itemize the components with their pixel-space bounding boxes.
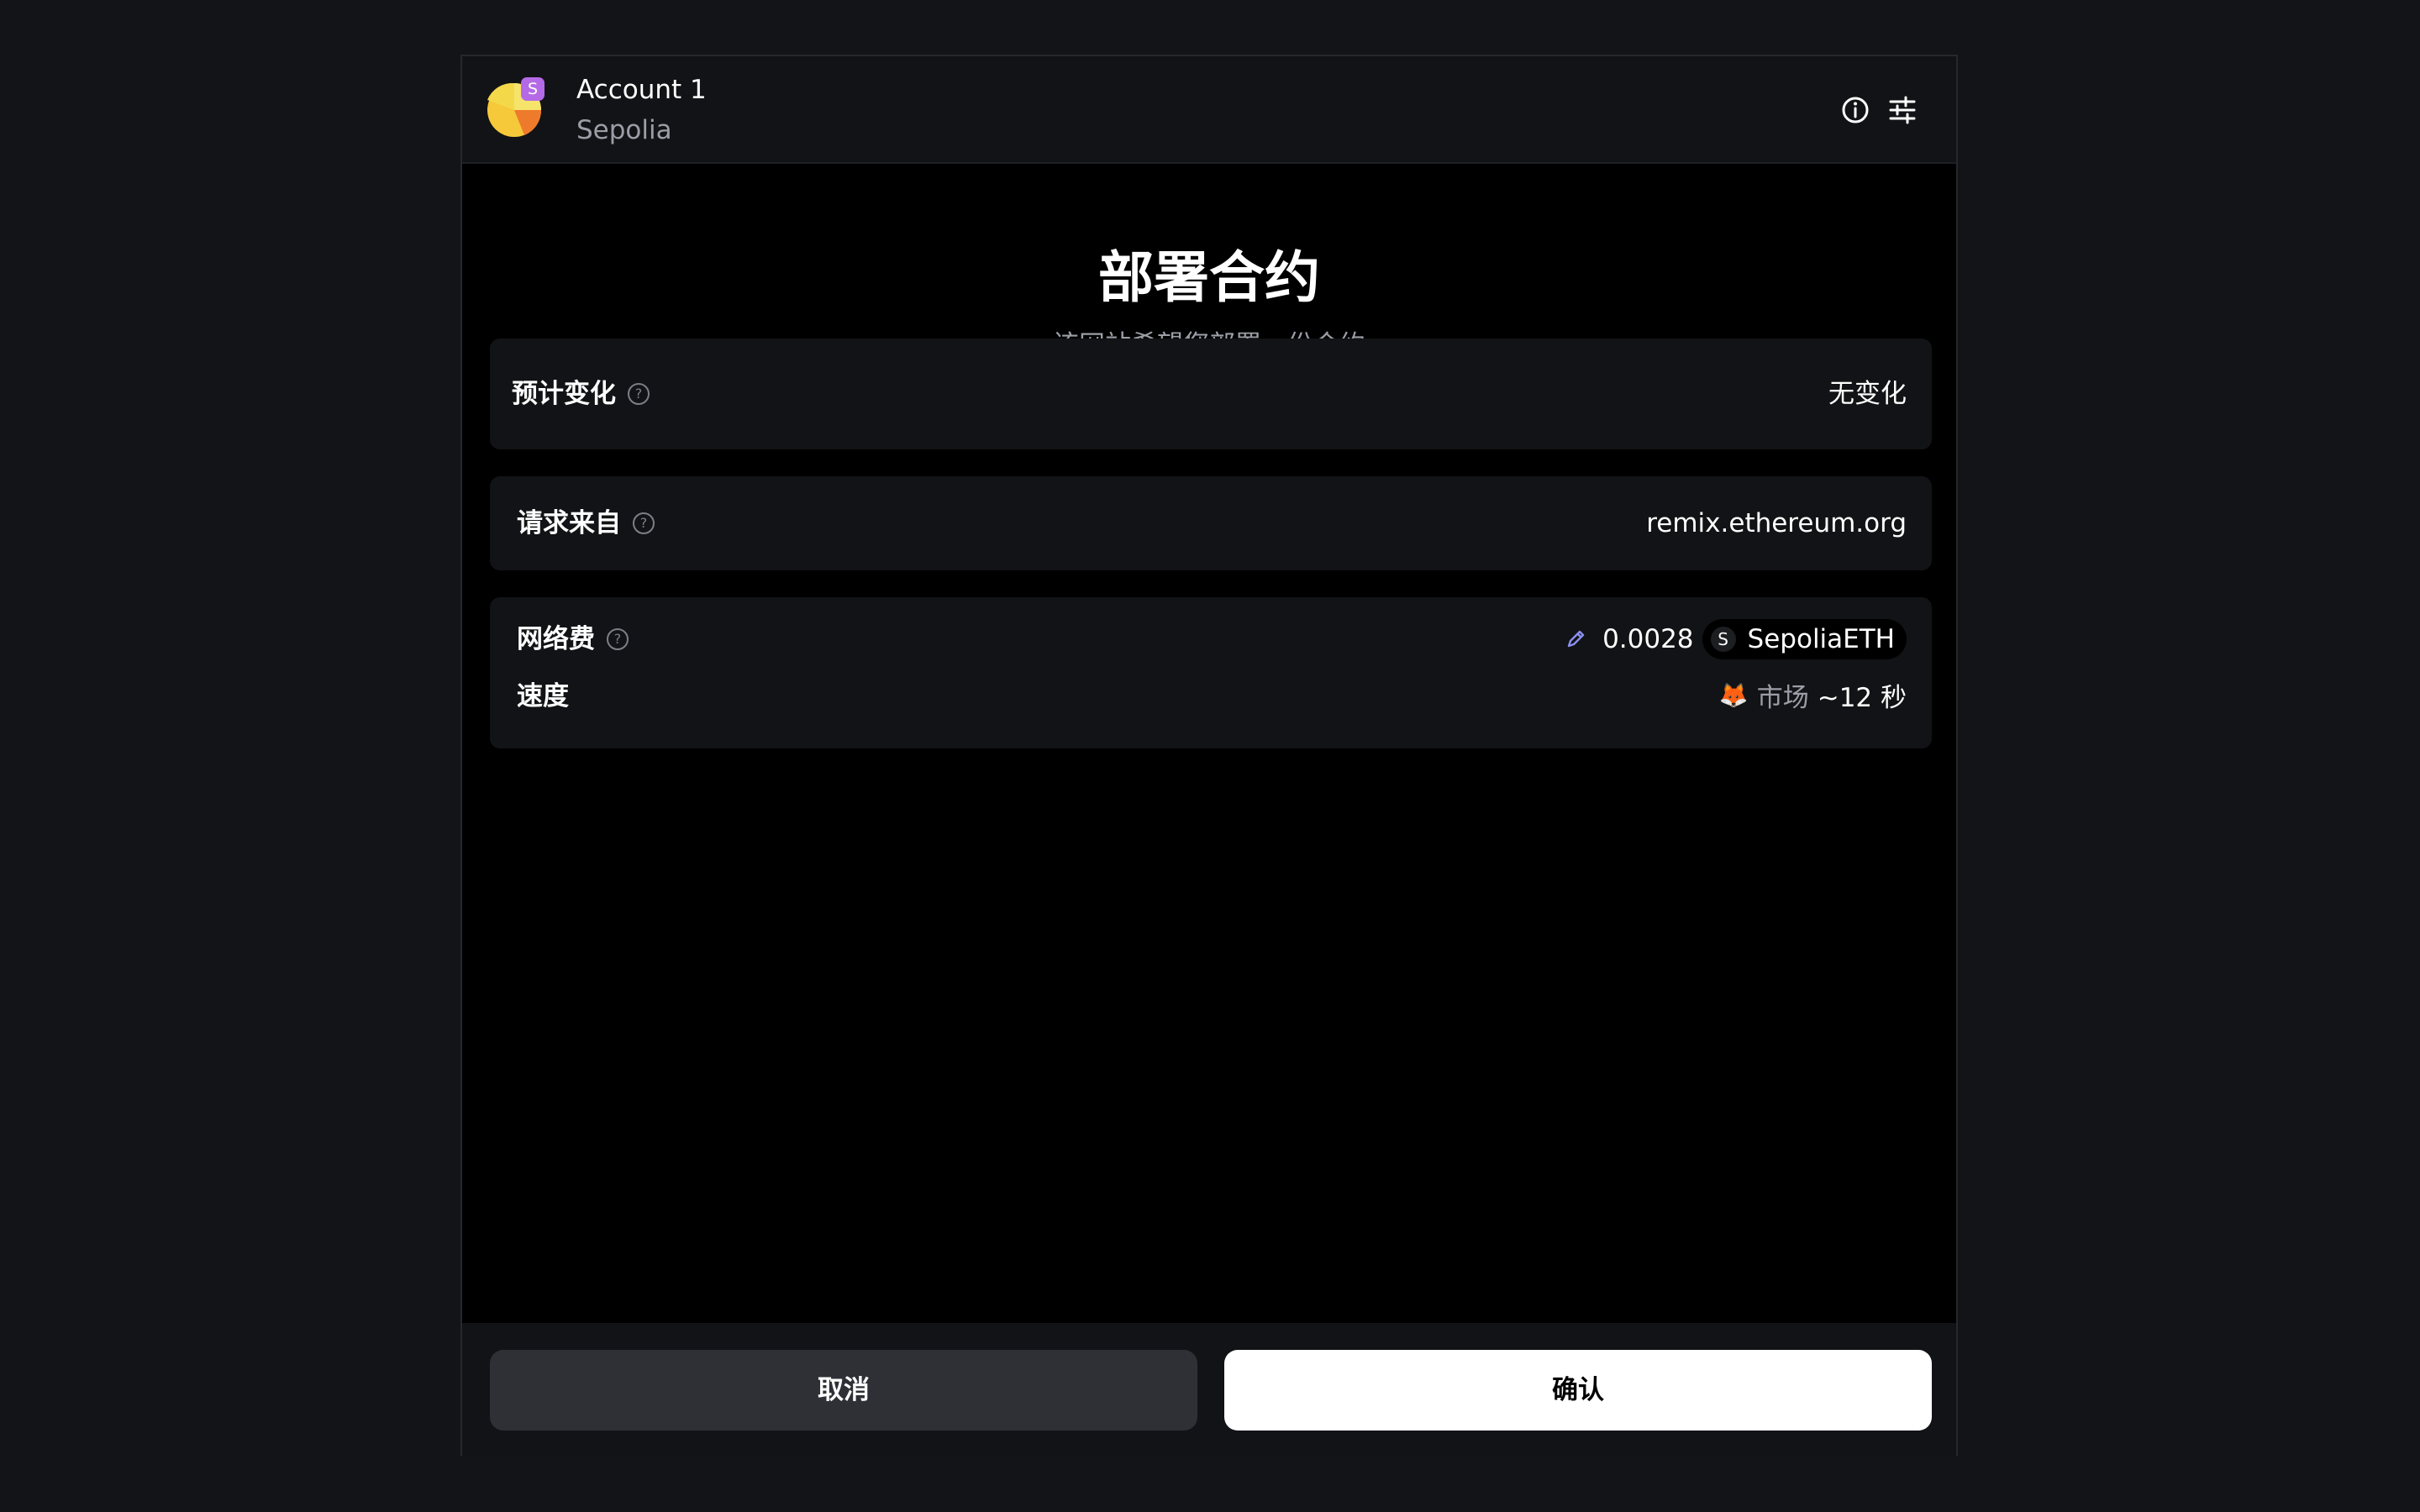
estimated-changes-value: 无变化 [1828, 379, 1907, 409]
fox-icon: 🦊 [1718, 680, 1749, 709]
network-fee-value: 0.0028 S SepoliaETH [1564, 619, 1907, 659]
help-icon[interactable]: ? [628, 383, 650, 405]
page-title: 部署合约 [1098, 245, 1320, 310]
speed-label: 速度 [517, 681, 569, 711]
network-fee-card: 网络费 ? 0.0028 S SepoliaETH 速度 🦊 市场 ~12 秒 [490, 597, 1932, 748]
speed-mode: 市场 [1756, 682, 1809, 713]
request-from-label-row: 请求来自 ? [517, 505, 655, 542]
request-from-value: remix.ethereum.org [1646, 508, 1907, 538]
account-name[interactable]: Account 1 [576, 75, 707, 105]
cancel-button[interactable]: 取消 [490, 1350, 1197, 1431]
estimated-changes-label-row: 预计变化 ? [512, 375, 650, 412]
speed-value[interactable]: 🦊 市场 ~12 秒 [1719, 676, 1907, 713]
help-icon[interactable]: ? [607, 628, 629, 650]
speed-time: ~12 秒 [1817, 682, 1907, 713]
estimated-changes-card: 预计变化 ? 无变化 [490, 339, 1932, 449]
request-from-label: 请求来自 [517, 508, 621, 538]
network-fee-label: 网络费 [517, 624, 595, 654]
dialog-footer: 取消 确认 [462, 1323, 1956, 1456]
confirm-button[interactable]: 确认 [1224, 1350, 1932, 1431]
token-symbol: SepoliaETH [1747, 624, 1895, 654]
info-icon[interactable] [1839, 93, 1872, 127]
confirmation-dialog: S Account 1 Sepolia 部署合约 该网站希望您部署一份合约 预 [460, 55, 1958, 1456]
token-pill: S SepoliaETH [1702, 619, 1907, 659]
network-badge: S [521, 77, 544, 101]
network-fee-label-row: 网络费 ? [517, 621, 629, 658]
network-name: Sepolia [576, 115, 672, 145]
dialog-header: S Account 1 Sepolia [462, 56, 1956, 164]
estimated-changes-label: 预计变化 [512, 379, 616, 409]
network-fee-amount: 0.0028 [1602, 624, 1694, 654]
token-icon: S [1710, 627, 1736, 652]
request-from-card: 请求来自 ? remix.ethereum.org [490, 476, 1932, 570]
help-icon[interactable]: ? [633, 512, 655, 534]
sliders-icon[interactable] [1886, 93, 1919, 127]
pencil-icon[interactable] [1564, 627, 1587, 651]
